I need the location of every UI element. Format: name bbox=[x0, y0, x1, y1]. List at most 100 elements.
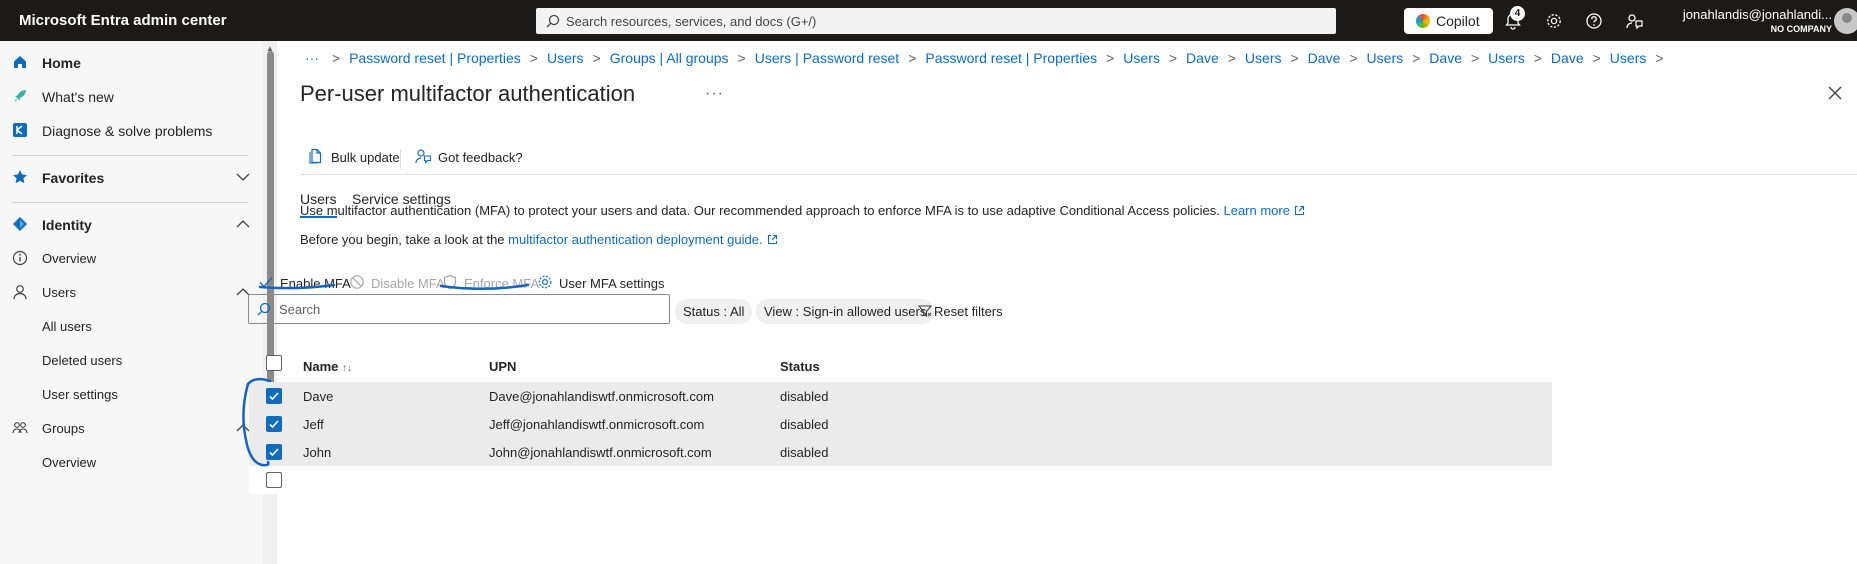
breadcrumb-separator-icon: > bbox=[1106, 50, 1115, 66]
sidebar-divider bbox=[12, 202, 248, 203]
breadcrumb-separator-icon: > bbox=[908, 50, 917, 66]
breadcrumb-separator-icon: > bbox=[1227, 50, 1236, 66]
cell-name: Dave bbox=[303, 389, 334, 404]
status-filter-pill[interactable]: Status : All bbox=[675, 299, 753, 324]
sort-icon[interactable]: ↑↓ bbox=[342, 363, 352, 374]
row-checkbox[interactable] bbox=[266, 444, 282, 460]
sidebar-item-identity[interactable]: Identity bbox=[0, 208, 263, 242]
sidebar-item-users[interactable]: Users bbox=[0, 276, 263, 310]
gear-icon[interactable] bbox=[1545, 12, 1563, 30]
sidebar-item-label: Diagnose & solve problems bbox=[42, 123, 213, 139]
breadcrumb-item[interactable]: Dave bbox=[1551, 50, 1584, 66]
help-icon[interactable] bbox=[1585, 12, 1603, 30]
breadcrumb-separator-icon: > bbox=[1412, 50, 1421, 66]
breadcrumb-item[interactable]: Users bbox=[1123, 50, 1160, 66]
column-header-status[interactable]: Status bbox=[780, 359, 820, 374]
sidebar-divider bbox=[12, 155, 248, 156]
row-checkbox[interactable] bbox=[266, 416, 282, 432]
breadcrumb-item[interactable]: Dave bbox=[1186, 50, 1219, 66]
sidebar-item-label: What's new bbox=[42, 89, 114, 105]
row-checkbox[interactable] bbox=[266, 388, 282, 404]
global-search[interactable]: Search resources, services, and docs (G+… bbox=[536, 8, 1336, 34]
breadcrumb: ··· > Password reset | Properties > Users > G… bbox=[305, 50, 1673, 66]
breadcrumb-separator-icon: > bbox=[331, 50, 341, 66]
sidebar: Home What's new Diagnose & solve problem… bbox=[0, 41, 263, 564]
reset-filters-label: Reset filters bbox=[934, 304, 1003, 319]
sidebar-item-label: Groups bbox=[42, 421, 85, 436]
description-line-1: Use multifactor authentication (MFA) to … bbox=[300, 203, 1305, 218]
sidebar-item-home[interactable]: Home bbox=[0, 46, 263, 80]
copilot-label: Copilot bbox=[1436, 13, 1480, 29]
description-text-1: Use multifactor authentication (MFA) to … bbox=[300, 203, 1220, 218]
breadcrumb-item[interactable]: Groups | All groups bbox=[610, 50, 729, 66]
sidebar-item-user-settings[interactable]: User settings bbox=[0, 378, 263, 412]
external-link-icon bbox=[1294, 205, 1305, 216]
cell-status: disabled bbox=[780, 445, 829, 460]
external-link-icon bbox=[767, 234, 777, 245]
identity-icon bbox=[13, 217, 27, 231]
sidebar-item-diagnose[interactable]: Diagnose & solve problems bbox=[0, 114, 263, 148]
breadcrumb-item[interactable]: Users bbox=[1610, 50, 1647, 66]
close-icon[interactable] bbox=[1827, 85, 1843, 101]
breadcrumb-ellipsis[interactable]: ··· bbox=[305, 50, 319, 66]
breadcrumb-separator-icon: > bbox=[1290, 50, 1299, 66]
column-header-name[interactable]: Name ↑↓ bbox=[303, 359, 352, 374]
account-org: NO COMPANY bbox=[1770, 24, 1832, 34]
sidebar-item-groups-overview[interactable]: Overview bbox=[0, 446, 263, 480]
search-input[interactable] bbox=[279, 299, 659, 319]
table-row[interactable]: John John@jonahlandiswtf.onmicrosoft.com… bbox=[249, 438, 1552, 466]
sidebar-item-deleted-users[interactable]: Deleted users bbox=[0, 344, 263, 378]
command-bar: Bulk update Got feedback? bbox=[300, 141, 1857, 175]
column-header-upn[interactable]: UPN bbox=[489, 359, 516, 374]
breadcrumb-item[interactable]: Users | Password reset bbox=[755, 50, 899, 66]
sidebar-item-favorites[interactable]: Favorites bbox=[0, 161, 263, 195]
row-checkbox[interactable] bbox=[266, 472, 282, 488]
table-row[interactable]: Jeff Jeff@jonahlandiswtf.onmicrosoft.com… bbox=[249, 410, 1552, 438]
select-all-checkbox[interactable] bbox=[266, 355, 282, 371]
cell-status: disabled bbox=[780, 389, 829, 404]
learn-more-link[interactable]: Learn more bbox=[1223, 203, 1305, 218]
avatar[interactable] bbox=[1834, 8, 1857, 34]
breadcrumb-separator-icon: > bbox=[1349, 50, 1358, 66]
notification-badge: 4 bbox=[1510, 6, 1525, 21]
sidebar-item-whats-new[interactable]: What's new bbox=[0, 80, 263, 114]
breadcrumb-item[interactable]: Password reset | Properties bbox=[925, 50, 1097, 66]
user-search-box[interactable] bbox=[248, 294, 670, 324]
account-name: jonahlandis@jonahlandi... bbox=[1682, 7, 1832, 22]
filter-reset-icon bbox=[918, 305, 932, 317]
sidebar-item-label: Users bbox=[42, 285, 76, 300]
sidebar-item-label: Deleted users bbox=[42, 353, 123, 368]
breadcrumb-separator-icon: > bbox=[592, 50, 601, 66]
breadcrumb-separator-icon: > bbox=[1592, 50, 1601, 66]
account-menu[interactable]: jonahlandis@jonahlandi... NO COMPANY bbox=[1672, 7, 1832, 34]
more-options-icon[interactable]: ··· bbox=[705, 85, 724, 103]
chevron-down-icon[interactable] bbox=[236, 172, 250, 182]
breadcrumb-item[interactable]: Dave bbox=[1429, 50, 1462, 66]
cell-status: disabled bbox=[780, 417, 829, 432]
chevron-up-icon[interactable] bbox=[236, 219, 250, 229]
chevron-up-icon[interactable] bbox=[236, 423, 250, 433]
breadcrumb-item[interactable]: Users bbox=[1488, 50, 1525, 66]
table-row-partial[interactable] bbox=[249, 466, 1552, 494]
user-icon bbox=[13, 285, 27, 300]
view-filter-pill[interactable]: View : Sign-in allowed users bbox=[756, 299, 935, 324]
app-title[interactable]: Microsoft Entra admin center bbox=[19, 12, 227, 29]
groups-icon bbox=[12, 422, 28, 434]
sidebar-item-all-users[interactable]: All users bbox=[0, 310, 263, 344]
sidebar-item-groups[interactable]: Groups bbox=[0, 412, 263, 446]
deployment-guide-link[interactable]: multifactor authentication deployment gu… bbox=[508, 232, 777, 247]
feedback-icon[interactable] bbox=[1625, 12, 1643, 30]
diagnose-icon bbox=[13, 123, 27, 137]
breadcrumb-separator-icon: > bbox=[737, 50, 746, 66]
copilot-button[interactable]: Copilot bbox=[1404, 8, 1493, 34]
sidebar-item-identity-overview[interactable]: Overview bbox=[0, 242, 263, 276]
sidebar-item-label: Favorites bbox=[42, 170, 105, 186]
breadcrumb-item[interactable]: Users bbox=[547, 50, 584, 66]
breadcrumb-item[interactable]: Dave bbox=[1308, 50, 1341, 66]
breadcrumb-item[interactable]: Password reset | Properties bbox=[349, 50, 521, 66]
breadcrumb-item[interactable]: Users bbox=[1367, 50, 1404, 66]
cell-upn: Jeff@jonahlandiswtf.onmicrosoft.com bbox=[489, 417, 705, 432]
bulk-update-label: Bulk update bbox=[331, 150, 400, 165]
breadcrumb-item[interactable]: Users bbox=[1245, 50, 1282, 66]
table-row[interactable]: Dave Dave@jonahlandiswtf.onmicrosoft.com… bbox=[249, 382, 1552, 410]
